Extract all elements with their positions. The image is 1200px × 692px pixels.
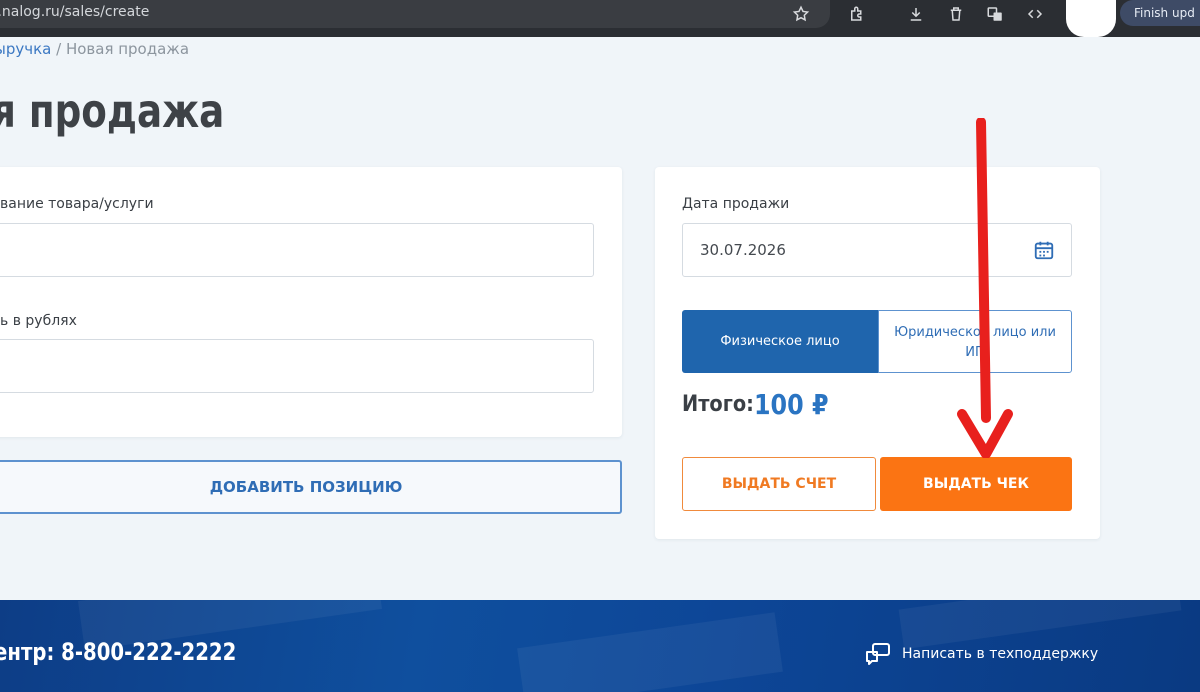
support-link[interactable]: Написать в техподдержку xyxy=(902,646,1098,662)
extensions-icon[interactable] xyxy=(846,3,868,25)
item-price-input[interactable] xyxy=(0,339,594,393)
finish-update-button[interactable]: Finish upd xyxy=(1120,0,1200,26)
breadcrumb-revenue-link[interactable]: ыручка xyxy=(0,40,51,58)
page-title: я продажа xyxy=(0,84,225,138)
footer-decoration xyxy=(517,612,783,692)
client-type-individual-tab[interactable]: Физическое лицо xyxy=(682,310,878,373)
breadcrumb-separator: / xyxy=(51,40,66,58)
total-value: 100 ₽ xyxy=(754,388,829,421)
code-icon[interactable] xyxy=(1024,3,1046,25)
item-name-input[interactable] xyxy=(0,223,594,277)
sale-date-label: Дата продажи xyxy=(682,196,790,212)
footer-decoration xyxy=(898,600,1182,650)
breadcrumb: ыручка / Новая продажа xyxy=(0,40,189,58)
add-position-button[interactable]: ДОБАВИТЬ ПОЗИЦИЮ xyxy=(0,460,622,514)
translate-icon[interactable] xyxy=(984,3,1006,25)
sale-date-value: 30.07.2026 xyxy=(700,241,786,259)
footer: ентр: 8-800-222-2222 Написать в техподде… xyxy=(0,600,1200,692)
address-bar[interactable]: od.nalog.ru/sales/create xyxy=(0,0,830,28)
issue-invoice-button[interactable]: ВЫДАТЬ СЧЕТ xyxy=(682,457,876,511)
total-label: Итого: xyxy=(682,392,754,417)
trash-icon[interactable] xyxy=(945,3,967,25)
calendar-icon[interactable] xyxy=(1033,239,1055,261)
breadcrumb-current: Новая продажа xyxy=(65,40,190,58)
profile-avatar[interactable] xyxy=(1066,0,1116,37)
download-icon[interactable] xyxy=(905,3,927,25)
chat-bubbles-icon[interactable] xyxy=(865,642,891,668)
url-text: od.nalog.ru/sales/create xyxy=(0,4,150,20)
bookmark-star-icon[interactable] xyxy=(790,3,812,25)
item-price-label: ь в рублях xyxy=(0,313,77,329)
issue-receipt-button[interactable]: ВЫДАТЬ ЧЕК xyxy=(880,457,1072,511)
footer-phone: ентр: 8-800-222-2222 xyxy=(0,638,237,666)
annotation-arrow-icon xyxy=(957,118,1013,458)
browser-toolbar: od.nalog.ru/sales/create Finish upd xyxy=(0,0,1200,37)
item-name-label: вание товара/услуги xyxy=(0,196,154,212)
